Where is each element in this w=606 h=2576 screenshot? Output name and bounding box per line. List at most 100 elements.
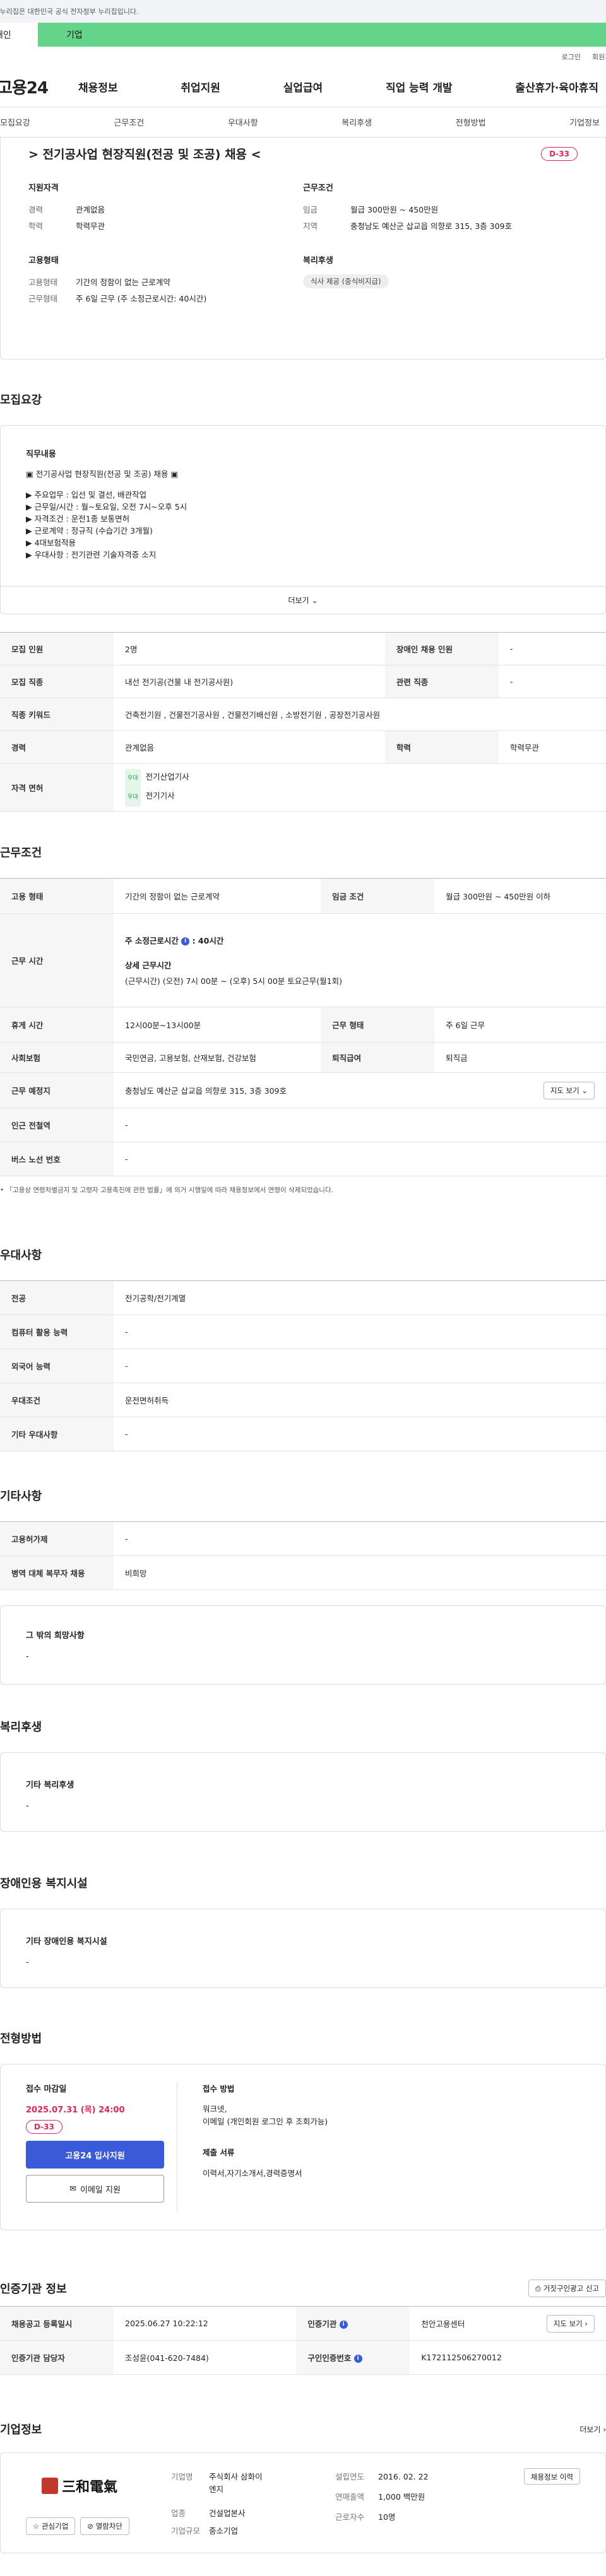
summary-qualification: 지원자격 경력 관계없음 학력 학력무관 xyxy=(28,181,303,235)
row-label: 전공 xyxy=(0,1280,114,1315)
login-link[interactable]: 로그인 xyxy=(562,52,581,62)
summary-conditions: 근무조건 임금 월급 300만원 ~ 450만원 지역 충청남도 예산군 삽교읍 의… xyxy=(303,181,578,235)
global-nav: 고용24 채용정보 취업지원 실업급여 직업 능력 개발 출산휴가·육아휴직 xyxy=(0,67,606,107)
process-section: 전형방법 접수 마감일 2025.07.31 (목) 24:00 D-33 고용… xyxy=(0,2030,606,2230)
time-main-value: 40시간 xyxy=(198,936,224,946)
disabled-box: 기타 장애인용 복지시설 - xyxy=(0,1909,606,1988)
row-value: - xyxy=(114,1349,606,1383)
gnb-item-training[interactable]: 직업 능력 개발 xyxy=(386,79,453,95)
work-time-cell: 주 소정근로시간 i : 40시간 상세 근무시간 (근무시간) (오전) 7시… xyxy=(114,913,606,1007)
duty-line: ▶ 우대사항 : 전기관련 기술자격증 소지 xyxy=(26,550,157,559)
anchor-work[interactable]: 근무조건 xyxy=(114,116,144,128)
row-value: - xyxy=(114,1108,606,1142)
duty-line: ▶ 4대보험적용 xyxy=(26,538,76,547)
row-value: 학력무관 xyxy=(498,730,606,764)
disabled-value: - xyxy=(26,1958,29,1967)
job-title: > 전기공사업 현장직원(전공 및 조공) 채용 < xyxy=(28,148,261,161)
fav-company-button[interactable]: ☆ 관심기업 xyxy=(26,2517,76,2535)
apply-button-label: 고용24 입사지원 xyxy=(65,2151,125,2161)
anchor-recruit[interactable]: 모집요강 xyxy=(0,116,30,128)
block-view-label: 열람차단 xyxy=(95,2522,122,2531)
company-info-col1: 기업명 주식회사 삼화이 엔지 업종 건설업본사 기업규모 중소기업 xyxy=(171,2468,335,2538)
hope-label: 그 밖의 희망사항 xyxy=(26,1631,85,1641)
row-value: - xyxy=(498,665,606,698)
info-icon: i xyxy=(339,2321,348,2329)
pref-table: 전공 전기공학/전기계열 컴퓨터 활용 능력 - 외국어 능력 - 우대조건 운전면허취… xyxy=(0,1280,606,1451)
tab-individual[interactable]: 개인 xyxy=(0,23,38,47)
site-logo[interactable]: 고용24 xyxy=(0,75,78,98)
anchor-pref[interactable]: 우대사항 xyxy=(228,116,258,128)
star-icon: ☆ xyxy=(33,2522,40,2531)
agency-section: 인증기관 정보 ⎙ 거짓구인광고 신고 채용공고 등록일시 2025.06.27 … xyxy=(0,2280,606,2375)
dday-badge: D-33 xyxy=(26,2120,62,2134)
age-note: • 「고용상 연령차별금지 및 고령자 고용촉진에 관한 법률」에 의거 시행일… xyxy=(0,1185,606,1195)
recruit-section: 모집요강 직무내용 ▣ 전기공사업 현장직원(전공 및 조공) 채용 ▣ ▶ 주… xyxy=(0,391,606,812)
agency-map-button[interactable]: 지도 보기 › xyxy=(546,2314,595,2333)
job-history-button[interactable]: 채용정보 이력 xyxy=(523,2468,580,2485)
tab-business[interactable]: 기업 xyxy=(38,23,606,47)
age-note-text: 「고용상 연령차별금지 및 고령자 고용촉진에 관한 법률」에 의거 시행일에 … xyxy=(6,1186,333,1194)
docs-label: 제출 서류 xyxy=(203,2148,235,2157)
gnb-menu: 채용정보 취업지원 실업급여 직업 능력 개발 출산휴가·육아휴직 xyxy=(78,79,606,95)
company-more-link[interactable]: 더보기 › xyxy=(579,2424,606,2435)
anchor-process[interactable]: 전형방법 xyxy=(456,116,486,128)
row-label: 우대조건 xyxy=(0,1383,114,1417)
email-apply-button[interactable]: ✉ 이메일 지원 xyxy=(26,2175,164,2203)
info-icon: i xyxy=(181,937,190,946)
chevron-right-icon: › xyxy=(585,2319,588,2328)
welfare-box: 기타 복리후생 - xyxy=(0,1752,606,1832)
welfare-section: 복리후생 기타 복리후생 - xyxy=(0,1718,606,1832)
gnb-item-leave[interactable]: 출산휴가·육아휴직 xyxy=(515,79,598,95)
summary-employment: 고용형태 고용형태 기간의 정함이 없는 근로계약 근무형태 주 6일 근무 (주 … xyxy=(28,254,303,307)
summary-value: 월급 300만원 ~ 450만원 xyxy=(350,205,439,214)
row-value: 주 6일 근무 xyxy=(434,1007,606,1043)
duty-box: 직무내용 ▣ 전기공사업 현장직원(전공 및 조공) 채용 ▣ ▶ 주요업무 :… xyxy=(0,425,606,614)
more-button[interactable]: 더보기 ⌄ xyxy=(1,586,605,614)
anchor-company[interactable]: 기업정보 xyxy=(569,116,600,128)
summary-label: 지역 xyxy=(303,221,318,231)
apply-button[interactable]: 고용24 입사지원 xyxy=(26,2141,164,2169)
row-label: 인증기관 담당자 xyxy=(0,2340,114,2375)
row-label: 인증기관 i xyxy=(296,2306,410,2341)
process-title: 전형방법 xyxy=(0,2032,42,2046)
map-button[interactable]: 지도 보기 ⌄ xyxy=(543,1081,595,1099)
summary-label: 근무형태 xyxy=(28,294,58,303)
time-main-label: 주 소정근로시간 xyxy=(125,936,179,946)
company-value: 건설업본사 xyxy=(209,2509,246,2518)
summary-grid: 지원자격 경력 관계없음 학력 학력무관 근무조건 임금 월급 300만원 ~ 450… xyxy=(1,162,605,320)
pref-tag: 우대 xyxy=(125,787,141,807)
gnb-item-unemployment-benefit[interactable]: 실업급여 xyxy=(283,79,323,95)
hope-value: - xyxy=(26,1652,29,1661)
user-type-tabs: 개인 기업 xyxy=(0,23,606,47)
work-table: 고용 형태 기간의 정함이 없는 근로계약 임금 조건 월급 300만원 ~ 450만… xyxy=(0,878,606,1176)
row-label: 자격 면허 xyxy=(0,763,114,812)
company-label: 연매출액 xyxy=(335,2492,365,2502)
block-icon: ⊘ xyxy=(87,2522,93,2531)
company-section: 기업정보 더보기 › 三和電氣 ☆ 관심기업 ⊘ 열람차단 기업명 주식회사 삼화… xyxy=(0,2421,606,2553)
row-label: 관련 직종 xyxy=(384,665,499,698)
summary-employment-heading: 고용형태 xyxy=(28,256,59,266)
join-link[interactable]: 회원가입 xyxy=(592,52,606,62)
gnb-item-employment-support[interactable]: 취업지원 xyxy=(181,79,220,95)
company-logo: 三和電氣 xyxy=(26,2468,133,2503)
summary-welfare-heading: 복리후생 xyxy=(303,256,333,266)
place-cell: 충청남도 예산군 삽교읍 의향로 315, 3층 309호 지도 보기 ⌄ xyxy=(114,1072,606,1108)
row-label: 학력 xyxy=(384,730,499,764)
anchor-welfare[interactable]: 복리후생 xyxy=(342,116,372,128)
mail-icon: ✉ xyxy=(69,2184,76,2194)
block-view-button[interactable]: ⊘ 열람차단 xyxy=(80,2517,129,2535)
report-button[interactable]: ⎙ 거짓구인광고 신고 xyxy=(528,2280,606,2297)
disabled-label: 기타 장애인용 복지시설 xyxy=(26,1937,107,1947)
company-title: 기업정보 xyxy=(0,2423,42,2437)
gnb-item-jobs[interactable]: 채용정보 xyxy=(78,79,118,95)
bullet-icon: • xyxy=(0,1186,4,1194)
row-value: 국민연금, 고용보험, 산재보험, 건강보험 xyxy=(114,1042,321,1073)
row-label: 병역 대체 복무자 채용 xyxy=(0,1555,114,1590)
place-value: 충청남도 예산군 삽교읍 의향로 315, 3층 309호 xyxy=(125,1086,287,1096)
summary-value: 주 6일 근무 (주 소정근로시간: 40시간) xyxy=(76,294,207,303)
license-item: 전기기사 xyxy=(145,790,175,800)
welfare-chip: 식사 제공 (중식비지급) xyxy=(303,274,389,288)
report-icon: ⎙ xyxy=(535,2284,542,2293)
row-value: 관계없음 xyxy=(114,730,385,764)
summary-label: 경력 xyxy=(28,205,44,214)
